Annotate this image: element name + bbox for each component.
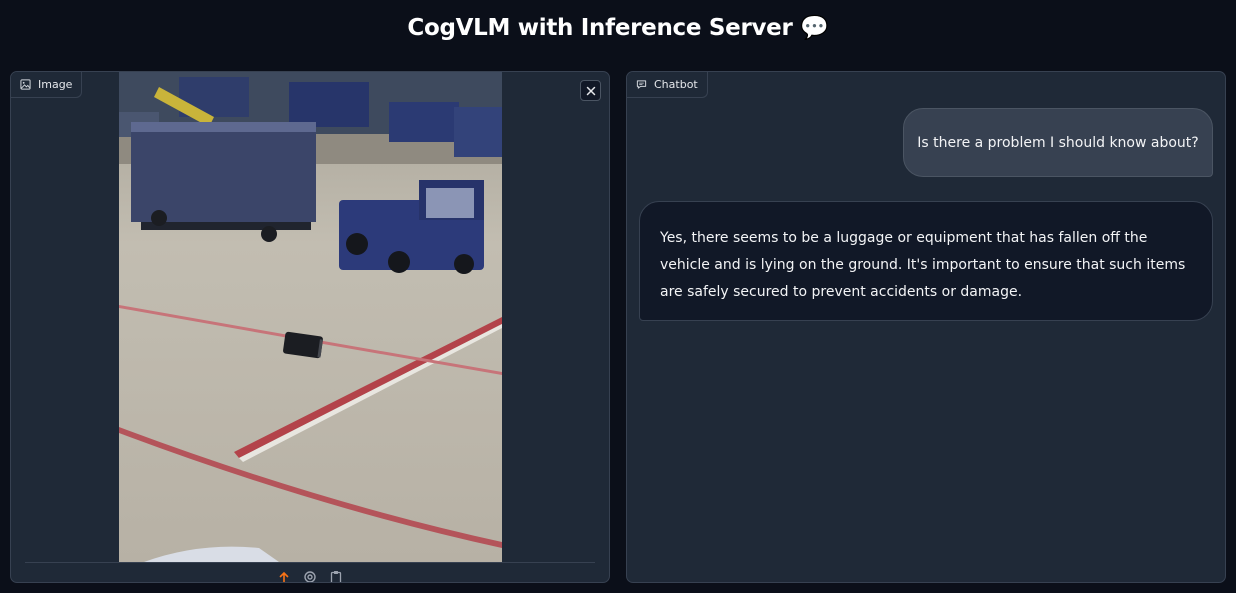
- clipboard-icon[interactable]: [329, 570, 343, 583]
- webcam-icon[interactable]: [303, 570, 317, 583]
- title-text: CogVLM with Inference Server: [407, 15, 793, 41]
- user-message: Is there a problem I should know about?: [903, 108, 1213, 177]
- image-panel[interactable]: Image: [10, 71, 610, 583]
- image-panel-label: Image: [11, 72, 83, 98]
- chat-icon: [636, 80, 647, 89]
- close-icon: [586, 86, 595, 95]
- image-toolbar-divider: [25, 562, 595, 563]
- clear-image-button[interactable]: [580, 80, 601, 101]
- image-icon: [20, 79, 31, 90]
- bot-message: Yes, there seems to be a luggage or equi…: [639, 201, 1213, 321]
- chatbot-label-text: Chatbot: [654, 78, 698, 91]
- speech-bubble-icon: 💬: [800, 15, 829, 41]
- page-title: CogVLM with Inference Server 💬: [0, 14, 1236, 41]
- uploaded-image: [119, 72, 502, 562]
- upload-icon[interactable]: [277, 570, 291, 583]
- chatbot-panel: Chatbot Is there a problem I should know…: [626, 71, 1226, 583]
- image-source-toolbar: [11, 570, 609, 583]
- chatbot-panel-label: Chatbot: [627, 72, 708, 98]
- image-label-text: Image: [38, 78, 73, 91]
